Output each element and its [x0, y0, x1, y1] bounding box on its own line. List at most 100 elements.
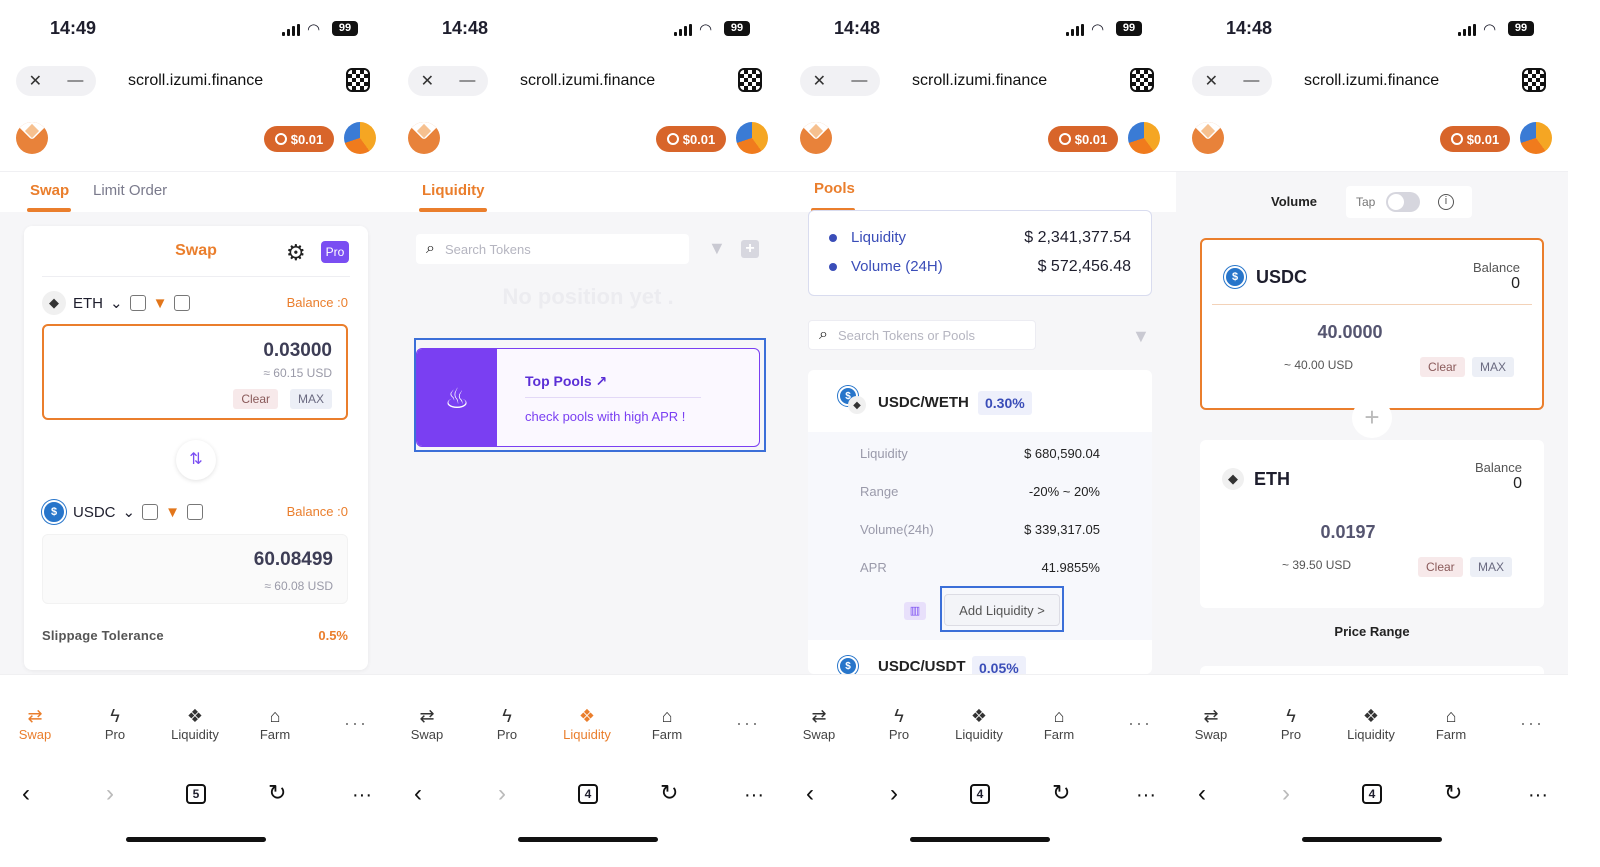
tap-toggle[interactable]	[1386, 192, 1420, 212]
back-icon[interactable]: ‹	[414, 780, 422, 808]
token-b-amount[interactable]: 0.0197	[1200, 522, 1496, 543]
more-icon[interactable]: ···	[344, 713, 368, 734]
nav-liquidity[interactable]: ❖ Liquidity	[160, 705, 230, 742]
nav-farm[interactable]: ⌂ Farm	[632, 705, 702, 742]
nav-farm[interactable]: ⌂ Farm	[1024, 705, 1094, 742]
chevron-down-icon[interactable]: ⌄	[110, 294, 123, 312]
forward-icon[interactable]: ›	[106, 780, 114, 808]
forward-icon[interactable]: ›	[498, 780, 506, 808]
browser-url[interactable]: scroll.izumi.finance	[912, 72, 1047, 90]
tabs-count-button[interactable]: 5	[186, 784, 206, 804]
to-token-selector[interactable]: $ USDC ⌄ ▼	[42, 499, 203, 525]
forward-icon[interactable]: ›	[1282, 780, 1290, 808]
chevron-down-icon[interactable]: ⌄	[123, 503, 136, 521]
search-pools[interactable]: ⌕	[808, 320, 1036, 350]
token-price-badge[interactable]: $0.01	[656, 126, 726, 152]
nav-swap[interactable]: ⇄ Swap	[784, 705, 854, 742]
max-button[interactable]: MAX	[289, 389, 332, 409]
refresh-icon[interactable]: ↻	[660, 780, 678, 806]
tabs-count-button[interactable]: 4	[1362, 784, 1382, 804]
tabs-count-button[interactable]: 4	[578, 784, 598, 804]
forward-icon[interactable]: ›	[890, 780, 898, 808]
metamask-icon[interactable]: ▼	[153, 295, 168, 312]
search-input[interactable]	[837, 327, 1018, 343]
tab-liquidity[interactable]: Liquidity	[422, 182, 485, 199]
switch-direction-button[interactable]: ⇅	[176, 440, 216, 480]
extension-icon[interactable]	[738, 68, 762, 92]
refresh-icon[interactable]: ↻	[1444, 780, 1462, 806]
search-input[interactable]	[444, 241, 645, 257]
nav-swap[interactable]: ⇄ Swap	[1176, 705, 1246, 742]
menu-icon[interactable]: ···	[1528, 784, 1548, 807]
minimize-icon[interactable]: —	[1243, 72, 1259, 90]
back-icon[interactable]: ‹	[806, 780, 814, 808]
izumi-logo-icon[interactable]	[408, 122, 440, 154]
from-token-selector[interactable]: ◆ ETH ⌄ ▼	[42, 290, 191, 316]
minimize-icon[interactable]: —	[851, 72, 867, 90]
add-position-icon[interactable]: +	[741, 240, 759, 258]
nav-swap[interactable]: ⇄ Swap	[392, 705, 462, 742]
browser-url[interactable]: scroll.izumi.finance	[520, 72, 655, 90]
menu-icon[interactable]: ···	[352, 784, 372, 807]
more-icon[interactable]: ···	[1128, 713, 1152, 734]
refresh-icon[interactable]: ↻	[1052, 780, 1070, 806]
chart-icon[interactable]	[174, 295, 191, 311]
close-icon[interactable]: ✕	[1205, 71, 1218, 91]
nav-pro[interactable]: ϟ Pro	[80, 705, 150, 742]
info-icon[interactable]: i	[1438, 194, 1454, 210]
filter-icon[interactable]: ▼	[708, 238, 726, 259]
minimize-icon[interactable]: —	[459, 72, 475, 90]
token-a-amount[interactable]: 40.0000	[1202, 322, 1498, 343]
refresh-icon[interactable]: ↻	[268, 780, 286, 806]
clear-button[interactable]: Clear	[1418, 557, 1463, 577]
avatar[interactable]	[1520, 122, 1552, 154]
back-icon[interactable]: ‹	[22, 780, 30, 808]
slippage-value[interactable]: 0.5%	[318, 628, 348, 643]
copy-icon[interactable]	[142, 504, 159, 520]
extension-icon[interactable]	[346, 68, 370, 92]
avatar[interactable]	[736, 122, 768, 154]
more-icon[interactable]: ···	[736, 713, 760, 734]
tab-limit-order[interactable]: Limit Order	[93, 182, 167, 199]
tabs-count-button[interactable]: 4	[970, 784, 990, 804]
clear-button[interactable]: Clear	[1420, 357, 1465, 377]
max-button[interactable]: MAX	[1470, 557, 1513, 577]
close-icon[interactable]: ✕	[421, 71, 434, 91]
top-pools-card[interactable]: ♨ Top Pools ↗ check pools with high APR …	[416, 348, 760, 447]
extension-icon[interactable]	[1130, 68, 1154, 92]
nav-pro[interactable]: ϟ Pro	[472, 705, 542, 742]
menu-icon[interactable]: ···	[744, 784, 764, 807]
clear-button[interactable]: Clear	[233, 389, 278, 409]
token-price-badge[interactable]: $0.01	[264, 126, 334, 152]
max-button[interactable]: MAX	[1472, 357, 1515, 377]
more-icon[interactable]: ···	[1520, 713, 1544, 734]
avatar[interactable]	[344, 122, 376, 154]
back-icon[interactable]: ‹	[1198, 780, 1206, 808]
close-icon[interactable]: ✕	[813, 71, 826, 91]
from-amount[interactable]: 0.03000	[263, 340, 332, 362]
browser-url[interactable]: scroll.izumi.finance	[128, 72, 263, 90]
izumi-logo-icon[interactable]	[16, 122, 48, 154]
pool-pair-2[interactable]: USDC/USDT	[878, 658, 966, 674]
token-price-badge[interactable]: $0.01	[1048, 126, 1118, 152]
token-price-badge[interactable]: $0.01	[1440, 126, 1510, 152]
minimize-icon[interactable]: —	[67, 72, 83, 90]
avatar[interactable]	[1128, 122, 1160, 154]
metamask-icon[interactable]: ▼	[165, 504, 180, 521]
chart-icon[interactable]	[186, 504, 203, 520]
tab-pools[interactable]: Pools	[814, 180, 855, 197]
add-liquidity-button[interactable]: Add Liquidity >	[944, 594, 1060, 626]
from-amount-box[interactable]: 0.03000 ≈ 60.15 USD Clear MAX	[42, 324, 348, 420]
nav-farm[interactable]: ⌂ Farm	[1416, 705, 1486, 742]
nav-liquidity[interactable]: ❖ Liquidity	[944, 705, 1014, 742]
nav-liquidity[interactable]: ❖ Liquidity	[552, 705, 622, 742]
close-icon[interactable]: ✕	[29, 71, 42, 91]
nav-farm[interactable]: ⌂ Farm	[240, 705, 310, 742]
nav-liquidity[interactable]: ❖ Liquidity	[1336, 705, 1406, 742]
tab-swap[interactable]: Swap	[30, 182, 69, 199]
pool-header[interactable]: $ ◆ USDC/WETH 0.30%	[808, 370, 1152, 432]
gear-icon[interactable]: ⚙	[286, 240, 306, 266]
chart-icon[interactable]: ▥	[904, 602, 926, 620]
search-tokens[interactable]: ⌕	[416, 234, 689, 264]
nav-pro[interactable]: ϟ Pro	[864, 705, 934, 742]
